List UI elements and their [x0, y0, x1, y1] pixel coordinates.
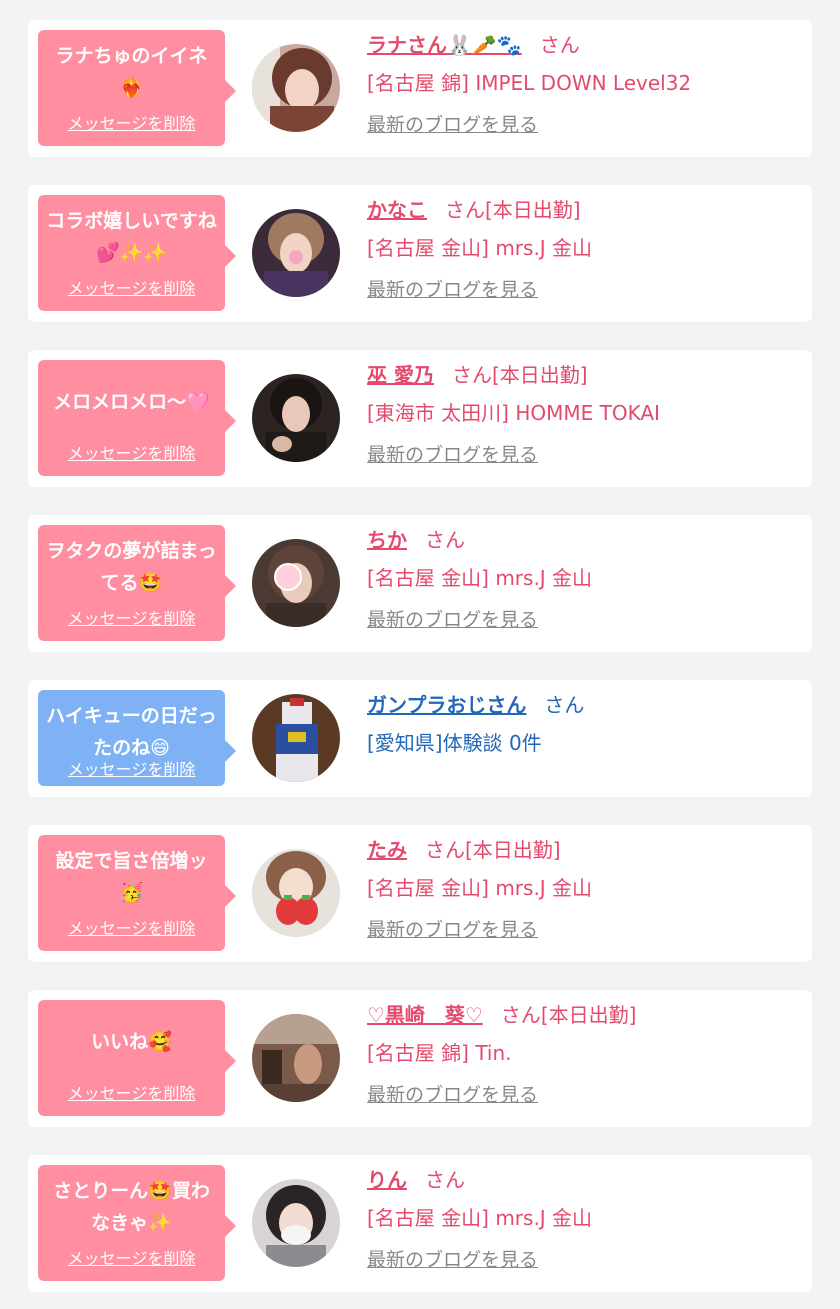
girl-name-link[interactable]: ちか: [367, 528, 407, 552]
name-suffix: さん: [425, 1168, 465, 1192]
user-name-link[interactable]: ガンプラおじさん: [367, 693, 526, 717]
message-bubble: 設定で旨さ倍増ッ🥳 メッセージを削除: [38, 835, 236, 951]
girl-info: ちか さん [名古屋 金山] mrs.J 金山 最新のブログを見る: [367, 521, 797, 635]
message-card: ラナちゅのイイネ❤️‍🔥 メッセージを削除 ラナさん🐰🥕🐾 さん [名古屋 錦] …: [28, 20, 812, 157]
shop-info: [名古屋 金山] mrs.J 金山: [367, 876, 593, 900]
message-card: いいね🥰 メッセージを削除 ♡黒崎 葵♡ さん[本日出勤] [名古屋 錦] Tin…: [28, 990, 812, 1127]
message-text: ヲタクの夢が詰まってる🤩: [46, 540, 217, 594]
delete-message-link[interactable]: メッセージを削除: [38, 110, 225, 134]
shop-info: [名古屋 金山] mrs.J 金山: [367, 566, 593, 590]
avatar[interactable]: [252, 209, 340, 297]
girl-info: かなこ さん[本日出勤] [名古屋 金山] mrs.J 金山 最新のブログを見る: [367, 191, 797, 305]
girl-name-link[interactable]: りん: [367, 1168, 407, 1192]
message-bubble: ハイキューの日だったのね😄 メッセージを削除: [38, 690, 236, 786]
shop-info: [東海市 太田川] HOMME TOKAI: [367, 401, 660, 425]
user-info: ガンプラおじさん さん [愛知県]体験談 0件: [367, 686, 797, 762]
girl-info: たみ さん[本日出勤] [名古屋 金山] mrs.J 金山 最新のブログを見る: [367, 831, 797, 945]
message-text: 設定で旨さ倍増ッ🥳: [55, 850, 208, 904]
latest-blog-link[interactable]: 最新のブログを見る: [367, 440, 538, 470]
delete-message-link[interactable]: メッセージを削除: [38, 915, 225, 939]
name-suffix: さん[本日出勤]: [425, 838, 561, 862]
message-bubble: ヲタクの夢が詰まってる🤩 メッセージを削除: [38, 525, 236, 641]
shop-info: [名古屋 錦] IMPEL DOWN Level32: [367, 71, 692, 95]
message-bubble: メロメロメロ〜🩷 メッセージを削除: [38, 360, 236, 476]
shop-info: [名古屋 金山] mrs.J 金山: [367, 1206, 593, 1230]
message-text: メロメロメロ〜🩷: [53, 391, 210, 413]
name-suffix: さん[本日出勤]: [445, 198, 581, 222]
message-bubble: コラボ嬉しいですね💕✨✨ メッセージを削除: [38, 195, 236, 311]
name-suffix: さん[本日出勤]: [500, 1003, 637, 1027]
girl-info: ♡黒崎 葵♡ さん[本日出勤] [名古屋 錦] Tin. 最新のブログを見る: [367, 996, 797, 1110]
delete-message-link[interactable]: メッセージを削除: [38, 605, 225, 629]
delete-message-link[interactable]: メッセージを削除: [38, 1080, 225, 1104]
message-bubble: いいね🥰 メッセージを削除: [38, 1000, 236, 1116]
message-text: いいね🥰: [91, 1031, 172, 1053]
girl-name-link[interactable]: ラナさん🐰🥕🐾: [367, 33, 522, 57]
shop-info: [名古屋 金山] mrs.J 金山: [367, 236, 593, 260]
message-card: ハイキューの日だったのね😄 メッセージを削除 ガンプラおじさん さん [愛知県]体…: [28, 680, 812, 797]
message-card: メロメロメロ〜🩷 メッセージを削除 巫 愛乃 さん[本日出勤] [東海市 太田川]…: [28, 350, 812, 487]
name-suffix: さん: [539, 33, 580, 57]
delete-message-link[interactable]: メッセージを削除: [38, 275, 225, 299]
avatar[interactable]: [252, 44, 340, 132]
name-suffix: さん: [544, 693, 585, 717]
latest-blog-link[interactable]: 最新のブログを見る: [367, 915, 538, 945]
girl-name-link[interactable]: ♡黒崎 葵♡: [367, 1003, 483, 1027]
girl-info: 巫 愛乃 さん[本日出勤] [東海市 太田川] HOMME TOKAI 最新のブロ…: [367, 356, 797, 470]
message-text: ラナちゅのイイネ❤️‍🔥: [55, 45, 208, 99]
message-text: コラボ嬉しいですね💕✨✨: [46, 210, 217, 264]
delete-message-link[interactable]: メッセージを削除: [38, 756, 225, 780]
avatar[interactable]: [252, 1179, 340, 1267]
avatar[interactable]: [252, 694, 340, 782]
shop-info: [名古屋 錦] Tin.: [367, 1041, 512, 1065]
avatar[interactable]: [252, 1014, 340, 1102]
message-bubble: ラナちゅのイイネ❤️‍🔥 メッセージを削除: [38, 30, 236, 146]
avatar[interactable]: [252, 849, 340, 937]
latest-blog-link[interactable]: 最新のブログを見る: [367, 275, 538, 305]
girl-info: りん さん [名古屋 金山] mrs.J 金山 最新のブログを見る: [367, 1161, 797, 1275]
message-bubble: さとりーん🤩買わなきゃ✨ メッセージを削除: [38, 1165, 236, 1281]
message-text: ハイキューの日だったのね😄: [46, 705, 217, 759]
delete-message-link[interactable]: メッセージを削除: [38, 440, 225, 464]
latest-blog-link[interactable]: 最新のブログを見る: [367, 1080, 538, 1110]
name-suffix: さん: [425, 528, 465, 552]
girl-name-link[interactable]: 巫 愛乃: [367, 363, 434, 387]
message-card: コラボ嬉しいですね💕✨✨ メッセージを削除 かなこ さん[本日出勤] [名古屋 金…: [28, 185, 812, 322]
message-text: さとりーん🤩買わなきゃ✨: [53, 1180, 210, 1234]
message-card: 設定で旨さ倍増ッ🥳 メッセージを削除 たみ さん[本日出勤] [名古屋 金山] m…: [28, 825, 812, 962]
girl-name-link[interactable]: たみ: [367, 838, 407, 862]
name-suffix: さん[本日出勤]: [451, 363, 588, 387]
girl-name-link[interactable]: かなこ: [367, 198, 427, 222]
avatar[interactable]: [252, 374, 340, 462]
latest-blog-link[interactable]: 最新のブログを見る: [367, 110, 538, 140]
latest-blog-link[interactable]: 最新のブログを見る: [367, 605, 538, 635]
delete-message-link[interactable]: メッセージを削除: [38, 1245, 225, 1269]
girl-info: ラナさん🐰🥕🐾 さん [名古屋 錦] IMPEL DOWN Level32 最新の…: [367, 26, 797, 140]
message-card: ヲタクの夢が詰まってる🤩 メッセージを削除 ちか さん [名古屋 金山] mrs.…: [28, 515, 812, 652]
message-card: さとりーん🤩買わなきゃ✨ メッセージを削除 りん さん [名古屋 金山] mrs.…: [28, 1155, 812, 1292]
avatar[interactable]: [252, 539, 340, 627]
latest-blog-link[interactable]: 最新のブログを見る: [367, 1245, 538, 1275]
review-count: [愛知県]体験談 0件: [367, 731, 542, 755]
